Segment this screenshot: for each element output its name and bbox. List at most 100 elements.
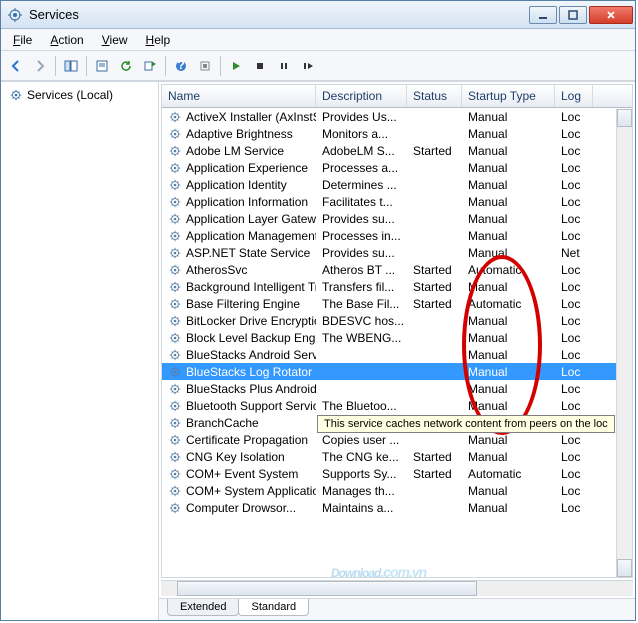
properties-button[interactable] (91, 55, 113, 77)
cell-logon: Loc (555, 365, 593, 379)
menu-file[interactable]: File (5, 31, 40, 49)
cell-description: Monitors a... (316, 127, 407, 141)
cell-description: The Base Fil... (316, 297, 407, 311)
pause-service-button[interactable] (273, 55, 295, 77)
services-list[interactable]: Name Description Status Startup Type Log… (161, 84, 633, 578)
table-row[interactable]: CNG Key IsolationThe CNG ke...StartedMan… (162, 448, 632, 465)
cell-description: Processes in... (316, 229, 407, 243)
service-icon (168, 212, 182, 226)
close-button[interactable] (589, 6, 633, 24)
cell-name: CNG Key Isolation (162, 450, 316, 464)
table-row[interactable]: Bluetooth Support ServiceThe Bluetoo...M… (162, 397, 632, 414)
cell-logon: Loc (555, 450, 593, 464)
col-description[interactable]: Description (316, 85, 407, 107)
table-row[interactable]: Adaptive BrightnessMonitors a...ManualLo… (162, 125, 632, 142)
restart-service-button[interactable] (297, 55, 319, 77)
cell-startup: Automatic (462, 467, 555, 481)
service-icon (168, 229, 182, 243)
table-row[interactable]: Application InformationFacilitates t...M… (162, 193, 632, 210)
back-button[interactable] (5, 55, 27, 77)
cell-logon: Loc (555, 467, 593, 481)
svg-text:?: ? (177, 59, 184, 72)
col-name[interactable]: Name (162, 85, 316, 107)
table-row[interactable]: ASP.NET State ServiceProvides su...Manua… (162, 244, 632, 261)
menu-action[interactable]: Action (42, 31, 91, 49)
cell-startup: Manual (462, 484, 555, 498)
col-status[interactable]: Status (407, 85, 462, 107)
gear-icon (9, 88, 23, 102)
service-icon (168, 331, 182, 345)
table-row[interactable]: Application ManagementProcesses in...Man… (162, 227, 632, 244)
table-row[interactable]: Computer Drowsor...Maintains a...ManualL… (162, 499, 632, 516)
toolbar-extra-button[interactable] (194, 55, 216, 77)
cell-logon: Loc (555, 127, 593, 141)
table-row[interactable]: Background Intelligent Transf...Transfer… (162, 278, 632, 295)
minimize-button[interactable] (529, 6, 557, 24)
table-row[interactable]: BitLocker Drive Encryption Ser...BDESVC … (162, 312, 632, 329)
table-row[interactable]: COM+ Event SystemSupports Sy...StartedAu… (162, 465, 632, 482)
table-row[interactable]: BlueStacks Android ServiceManualLoc (162, 346, 632, 363)
menu-help[interactable]: Help (138, 31, 179, 49)
cell-name: COM+ Event System (162, 467, 316, 481)
table-row[interactable]: Application IdentityDetermines ...Manual… (162, 176, 632, 193)
table-row[interactable]: BlueStacks Log Rotator ServiceManualLoc (162, 363, 632, 380)
cell-startup: Manual (462, 229, 555, 243)
cell-startup: Manual (462, 450, 555, 464)
table-row[interactable]: Certificate PropagationCopies user ...Ma… (162, 431, 632, 448)
cell-description: Provides su... (316, 212, 407, 226)
tab-standard[interactable]: Standard (238, 599, 309, 616)
cell-description: Processes a... (316, 161, 407, 175)
table-row[interactable]: Application Layer Gateway Ser...Provides… (162, 210, 632, 227)
cell-description: The CNG ke... (316, 450, 407, 464)
tree-root[interactable]: Services (Local) (5, 86, 154, 104)
cell-logon: Loc (555, 433, 593, 447)
titlebar[interactable]: Services (1, 1, 635, 29)
cell-name: ActiveX Installer (AxInstSV) (162, 110, 316, 124)
horizontal-scrollbar[interactable] (161, 580, 633, 596)
table-row[interactable]: Block Level Backup Engine Ser...The WBEN… (162, 329, 632, 346)
tree-pane[interactable]: Services (Local) (1, 82, 159, 620)
service-icon (168, 484, 182, 498)
table-row[interactable]: ActiveX Installer (AxInstSV)Provides Us.… (162, 108, 632, 125)
maximize-button[interactable] (559, 6, 587, 24)
vertical-scrollbar[interactable] (616, 109, 632, 577)
export-button[interactable] (139, 55, 161, 77)
start-service-button[interactable] (225, 55, 247, 77)
tab-extended[interactable]: Extended (167, 599, 239, 616)
table-row[interactable]: COM+ System ApplicationManages th...Manu… (162, 482, 632, 499)
cell-logon: Loc (555, 484, 593, 498)
service-icon (168, 161, 182, 175)
help-button[interactable]: ? (170, 55, 192, 77)
table-row[interactable]: BlueStacks Plus Android Servi...ManualLo… (162, 380, 632, 397)
show-hide-tree-button[interactable] (60, 55, 82, 77)
service-icon (168, 280, 182, 294)
cell-startup: Manual (462, 433, 555, 447)
service-icon (168, 399, 182, 413)
cell-startup: Manual (462, 110, 555, 124)
forward-button[interactable] (29, 55, 51, 77)
service-icon (168, 382, 182, 396)
cell-startup: Manual (462, 365, 555, 379)
table-row[interactable]: AtherosSvcAtheros BT ...StartedAutomatic… (162, 261, 632, 278)
col-startup-type[interactable]: Startup Type (462, 85, 555, 107)
cell-name: BlueStacks Plus Android Servi... (162, 382, 316, 396)
service-icon (168, 501, 182, 515)
refresh-button[interactable] (115, 55, 137, 77)
cell-startup: Manual (462, 314, 555, 328)
service-icon (168, 246, 182, 260)
cell-name: BitLocker Drive Encryption Ser... (162, 314, 316, 328)
cell-name: COM+ System Application (162, 484, 316, 498)
table-row[interactable]: Adobe LM ServiceAdobeLM S...StartedManua… (162, 142, 632, 159)
toolbar: ? (1, 51, 635, 81)
table-row[interactable]: Application ExperienceProcesses a...Manu… (162, 159, 632, 176)
cell-description: Copies user ... (316, 433, 407, 447)
cell-logon: Loc (555, 297, 593, 311)
cell-description: Transfers fil... (316, 280, 407, 294)
column-headers: Name Description Status Startup Type Log (162, 85, 632, 108)
stop-service-button[interactable] (249, 55, 271, 77)
services-app-icon (7, 7, 23, 23)
menu-view[interactable]: View (94, 31, 136, 49)
col-logon[interactable]: Log (555, 85, 593, 107)
table-row[interactable]: Base Filtering EngineThe Base Fil...Star… (162, 295, 632, 312)
service-icon (168, 110, 182, 124)
